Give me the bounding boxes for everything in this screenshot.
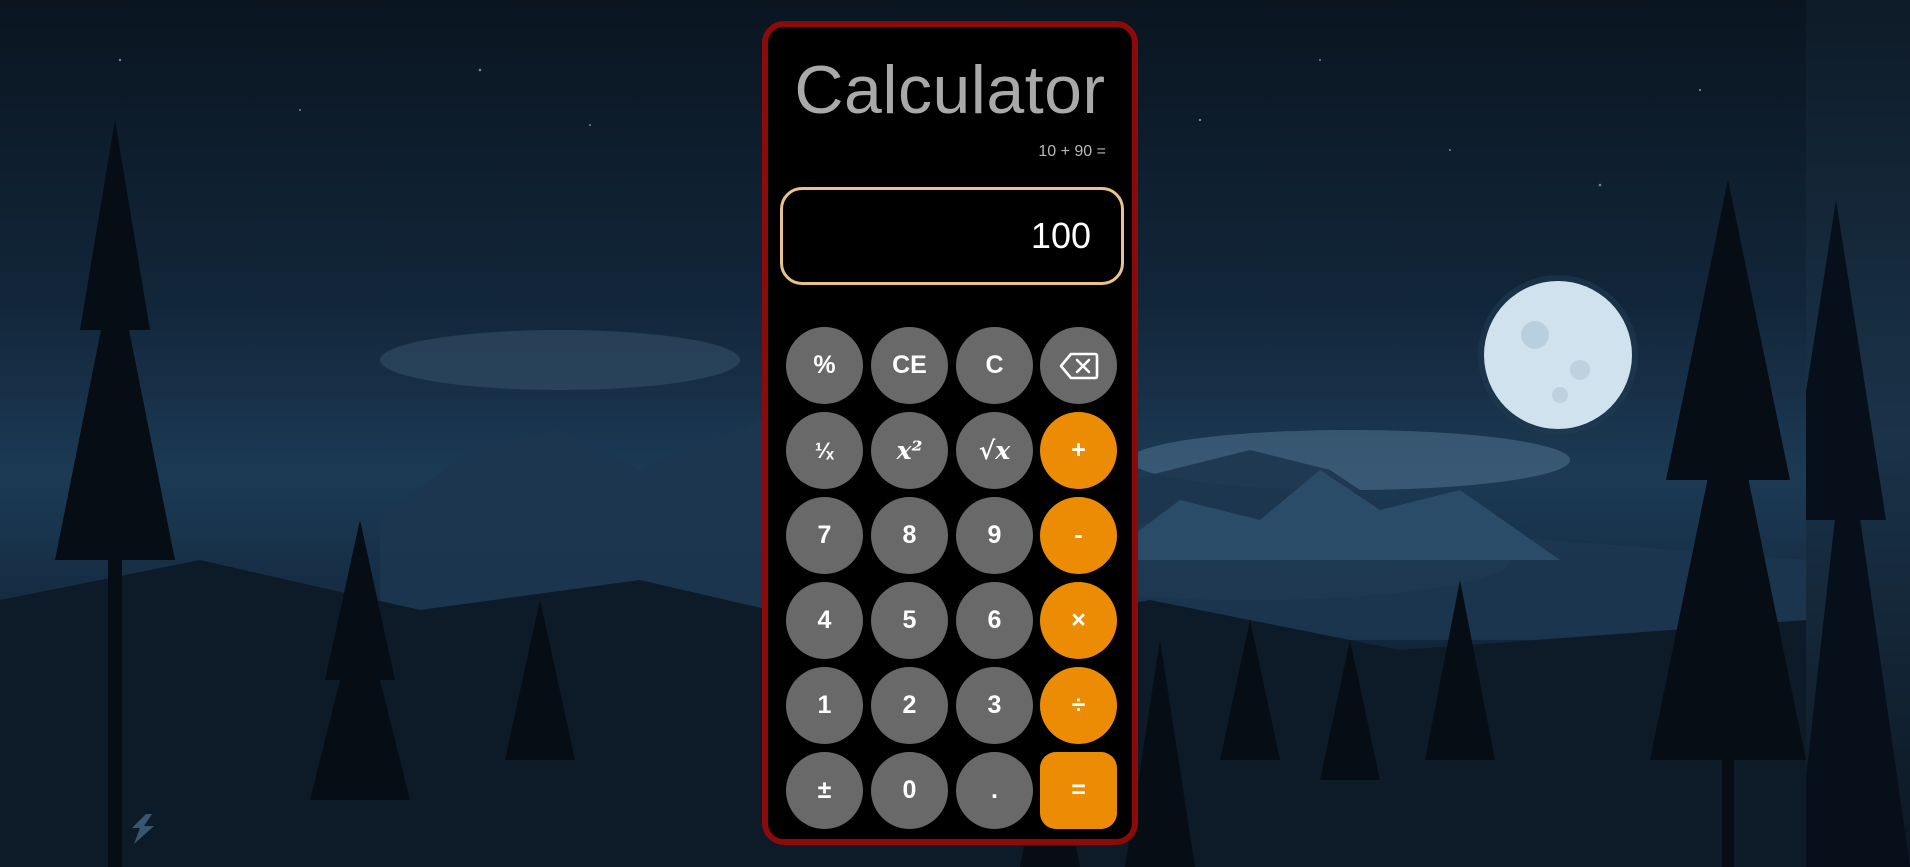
app-logo-icon xyxy=(128,812,158,846)
background-edge-strip xyxy=(1806,0,1910,867)
divide-button[interactable]: ÷ xyxy=(1040,667,1117,744)
subtract-button[interactable]: - xyxy=(1040,497,1117,574)
backspace-button[interactable] xyxy=(1040,327,1117,404)
digit-1-button[interactable]: 1 xyxy=(786,667,863,744)
decimal-button[interactable]: . xyxy=(956,752,1033,829)
square-button[interactable]: x² xyxy=(871,412,948,489)
result-display: 100 xyxy=(780,187,1124,285)
multiply-button[interactable]: × xyxy=(1040,582,1117,659)
clear-button[interactable]: C xyxy=(956,327,1033,404)
digit-0-button[interactable]: 0 xyxy=(871,752,948,829)
digit-9-button[interactable]: 9 xyxy=(956,497,1033,574)
digit-3-button[interactable]: 3 xyxy=(956,667,1033,744)
digit-6-button[interactable]: 6 xyxy=(956,582,1033,659)
equals-button[interactable]: = xyxy=(1040,752,1117,829)
reciprocal-button[interactable]: ¹⁄ₓ xyxy=(786,412,863,489)
display-value: 100 xyxy=(1030,215,1091,256)
clear-entry-button[interactable]: CE xyxy=(871,327,948,404)
add-button[interactable]: + xyxy=(1040,412,1117,489)
calculator-panel: Calculator 10 + 90 = 100 % CE C ¹⁄ₓ x² √… xyxy=(762,21,1138,845)
digit-2-button[interactable]: 2 xyxy=(871,667,948,744)
backspace-icon xyxy=(1059,352,1099,380)
digit-4-button[interactable]: 4 xyxy=(786,582,863,659)
square-label: x² xyxy=(896,436,923,465)
expression-history: 10 + 90 = xyxy=(1038,143,1106,160)
square-root-label: √x xyxy=(978,436,1011,465)
digit-7-button[interactable]: 7 xyxy=(786,497,863,574)
digit-5-button[interactable]: 5 xyxy=(871,582,948,659)
square-root-button[interactable]: √x xyxy=(956,412,1033,489)
calculator-title: Calculator xyxy=(794,52,1106,128)
percent-button[interactable]: % xyxy=(786,327,863,404)
negate-button[interactable]: ± xyxy=(786,752,863,829)
digit-8-button[interactable]: 8 xyxy=(871,497,948,574)
